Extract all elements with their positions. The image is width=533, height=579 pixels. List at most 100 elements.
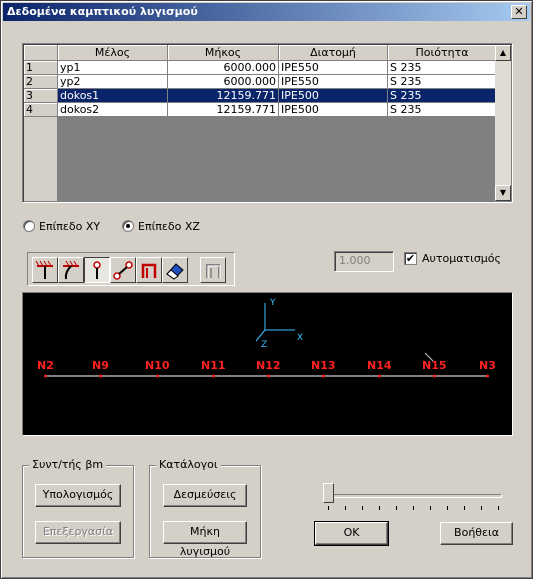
structure-viewport[interactable]: Y X Z N2 N9 N10 N11 N12 N13 N14 N15 N3 [22, 292, 513, 436]
cell-section[interactable]: IPE550 [279, 75, 388, 89]
support-toolbar [27, 252, 235, 286]
node-point[interactable] [99, 374, 102, 378]
radio-plane-xz-label: Επίπεδο XZ [138, 219, 200, 233]
eraser-button[interactable] [162, 257, 188, 283]
row-header-strip [24, 117, 58, 201]
portal-icon [141, 263, 157, 278]
node-point[interactable] [378, 374, 381, 378]
column-header-section[interactable]: Διατομή [279, 45, 388, 61]
cell-section[interactable]: IPE500 [279, 103, 388, 117]
table-body: Μέλος Μήκος Διατομή Ποιότητα 1 yp1 6000.… [24, 45, 497, 201]
slider-tick [481, 506, 482, 510]
node-point[interactable] [156, 374, 159, 378]
calculate-button[interactable]: Υπολογισμός [35, 484, 121, 507]
eraser-icon [166, 263, 184, 280]
vertical-scrollbar[interactable]: ▲ ▼ [495, 45, 511, 201]
hinge-icon [93, 261, 101, 279]
fixed-support-button[interactable] [32, 257, 58, 283]
node-label[interactable]: N10 [145, 359, 170, 372]
node-label[interactable]: N2 [37, 359, 54, 372]
node-label[interactable]: N3 [479, 359, 496, 372]
node-point[interactable] [433, 374, 436, 378]
cell-member[interactable]: yp1 [58, 61, 168, 75]
scroll-up-button[interactable]: ▲ [495, 45, 511, 61]
node-label[interactable]: N11 [201, 359, 226, 372]
radio-plane-xz[interactable]: Επίπεδο XZ [122, 219, 200, 233]
ok-button[interactable]: OK [314, 521, 389, 546]
node-label[interactable]: N9 [92, 359, 109, 372]
cell-member[interactable]: dokos2 [58, 103, 168, 117]
radio-circle-icon [122, 220, 134, 232]
cell-section[interactable]: IPE550 [279, 61, 388, 75]
slider-tick [396, 506, 397, 510]
double-hinge-icon [113, 261, 133, 280]
edit-button[interactable]: Επεξεργασία [35, 521, 121, 544]
node-point[interactable] [267, 374, 270, 378]
window-title: Δεδομένα καμπτικού λυγισμού [7, 5, 198, 18]
cell-length[interactable]: 12159.771 [168, 103, 279, 117]
row-number[interactable]: 3 [24, 89, 58, 103]
node-label[interactable]: N15 [422, 359, 447, 372]
table-corner-header [24, 45, 58, 61]
node-point[interactable] [44, 374, 47, 378]
axis-label-y: Y [270, 298, 276, 308]
node-label[interactable]: N14 [367, 359, 392, 372]
hinge-button[interactable] [84, 257, 110, 283]
pinned-support-button[interactable] [58, 257, 84, 283]
title-bar[interactable]: Δεδομένα καμπτικού λυγισμού ✕ [3, 3, 530, 21]
slider-tick [413, 506, 414, 510]
node-label[interactable]: N13 [311, 359, 336, 372]
constraints-button[interactable]: Δεσμεύσεις [163, 484, 247, 507]
beta-groupbox: Συντ/τής βm [22, 458, 134, 558]
row-number[interactable]: 4 [24, 103, 58, 117]
slider-tick [447, 506, 448, 510]
row-number[interactable]: 2 [24, 75, 58, 89]
buckling-lengths-button[interactable]: Μήκη λυγισμού [163, 521, 247, 558]
slider-track[interactable] [324, 494, 502, 498]
node-point[interactable] [486, 374, 489, 378]
cell-quality[interactable]: S 235 [388, 103, 497, 117]
pinned-support-icon [63, 260, 79, 280]
radio-plane-xy-label: Επίπεδο XY [39, 219, 101, 233]
cell-member[interactable]: yp2 [58, 75, 168, 89]
cell-quality[interactable]: S 235 [388, 89, 497, 103]
column-header-member[interactable]: Μέλος [58, 45, 168, 61]
column-header-length[interactable]: Μήκος [168, 45, 279, 61]
cell-length[interactable]: 6000.000 [168, 61, 279, 75]
portal-button[interactable] [136, 257, 162, 283]
slider-tick [362, 506, 363, 510]
slider-tick [328, 506, 329, 510]
auto-checkbox[interactable]: ✔ [404, 252, 417, 265]
close-button[interactable]: ✕ [511, 5, 527, 19]
auto-checkbox-label: Αυτοματισμός [422, 252, 501, 265]
double-hinge-button[interactable] [110, 257, 136, 283]
beta-group-legend: Συντ/τής βm [29, 458, 107, 471]
column-header-quality[interactable]: Ποιότητα [388, 45, 497, 61]
factor-input[interactable]: 1.000 [334, 251, 394, 272]
slider-thumb[interactable] [323, 483, 334, 503]
lists-group-legend: Κατάλογοι [156, 458, 221, 471]
cell-quality[interactable]: S 235 [388, 75, 497, 89]
slider-tick [430, 506, 431, 510]
axis-label-z: Z [261, 340, 268, 350]
cell-member[interactable]: dokos1 [58, 89, 168, 103]
node-label[interactable]: N12 [256, 359, 281, 372]
help-button[interactable]: Βοήθεια [440, 522, 513, 545]
cell-section[interactable]: IPE500 [279, 89, 388, 103]
slider-tick [498, 506, 499, 510]
portal-disabled-button[interactable] [200, 257, 226, 283]
fixed-support-icon [35, 260, 53, 279]
node-point[interactable] [212, 374, 215, 378]
node-point[interactable] [322, 374, 325, 378]
slider-tick [379, 506, 380, 510]
slider-tick [345, 506, 346, 510]
cell-quality[interactable]: S 235 [388, 61, 497, 75]
cell-length[interactable]: 6000.000 [168, 75, 279, 89]
portal-disabled-icon [206, 264, 221, 278]
radio-circle-icon [23, 220, 35, 232]
cell-length[interactable]: 12159.771 [168, 89, 279, 103]
radio-plane-xy[interactable]: Επίπεδο XY [23, 219, 100, 233]
axis-label-x: X [297, 333, 304, 343]
row-number[interactable]: 1 [24, 61, 58, 75]
scroll-down-button[interactable]: ▼ [495, 185, 511, 201]
